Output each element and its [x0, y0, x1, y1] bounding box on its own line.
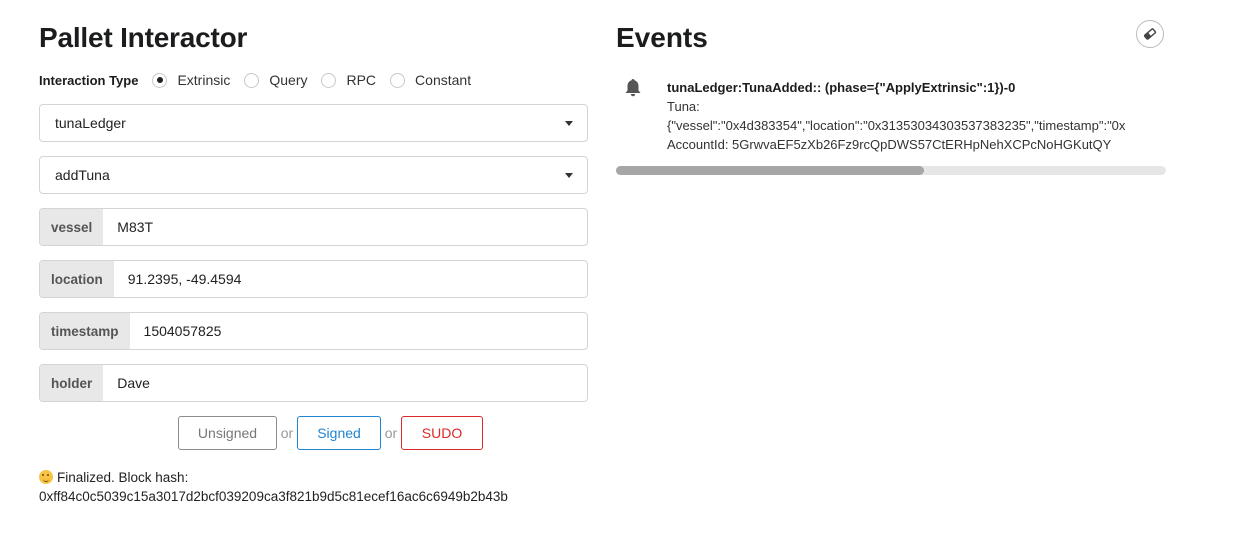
event-content: tunaLedger:TunaAdded:: (phase={"ApplyExt…: [667, 78, 1125, 154]
eraser-icon: [1143, 28, 1157, 40]
or-divider: or: [384, 425, 398, 441]
callable-dropdown[interactable]: addTuna: [39, 156, 588, 194]
location-input[interactable]: [113, 261, 587, 297]
sudo-button[interactable]: SUDO: [401, 416, 483, 450]
event-item: tunaLedger:TunaAdded:: (phase={"ApplyExt…: [616, 78, 1166, 178]
radio-label-query[interactable]: Query: [269, 72, 307, 88]
block-hash: 0xff84c0c5039c15a3017d2bcf039209ca3f821b…: [39, 489, 508, 504]
param-label-timestamp: timestamp: [40, 313, 130, 349]
status-text: Finalized. Block hash:: [57, 470, 189, 485]
radio-circle[interactable]: [390, 72, 406, 88]
submit-button-group: Unsigned or Signed or SUDO: [178, 416, 483, 450]
radio-label-rpc[interactable]: RPC: [346, 72, 376, 88]
or-divider: or: [280, 425, 294, 441]
bell-icon: [625, 79, 641, 97]
interaction-type-row: Interaction Type Extrinsic Query RPC Con…: [39, 72, 485, 88]
signed-button[interactable]: Signed: [297, 416, 381, 450]
param-label-vessel: vessel: [40, 209, 104, 245]
horizontal-scrollbar[interactable]: [616, 166, 1166, 175]
radio-circle[interactable]: [244, 72, 260, 88]
radio-rpc[interactable]: RPC: [321, 72, 376, 88]
radio-circle[interactable]: [152, 72, 168, 88]
radio-extrinsic[interactable]: Extrinsic: [152, 72, 230, 88]
radio-label-constant[interactable]: Constant: [415, 72, 471, 88]
param-field-location: location: [39, 260, 588, 298]
interactor-title: Pallet Interactor: [39, 22, 248, 53]
radio-constant[interactable]: Constant: [390, 72, 471, 88]
unsigned-button[interactable]: Unsigned: [178, 416, 277, 450]
pallet-dropdown-value: tunaLedger: [55, 115, 126, 131]
pallet-dropdown[interactable]: tunaLedger: [39, 104, 588, 142]
winking-face-icon: [39, 470, 53, 484]
interaction-type-label: Interaction Type: [39, 72, 139, 88]
caret-down-icon: [565, 172, 573, 178]
param-field-holder: holder: [39, 364, 588, 402]
event-line: AccountId: 5GrwvaEF5zXb26Fz9rcQpDWS57CtE…: [667, 137, 1112, 152]
radio-circle[interactable]: [321, 72, 337, 88]
transaction-status: Finalized. Block hash: 0xff84c0c5039c15a…: [39, 468, 508, 506]
vessel-input[interactable]: [103, 209, 587, 245]
radio-query[interactable]: Query: [244, 72, 307, 88]
param-field-vessel: vessel: [39, 208, 588, 246]
param-label-holder: holder: [40, 365, 104, 401]
scrollbar-thumb[interactable]: [616, 166, 924, 175]
clear-events-button[interactable]: [1136, 20, 1164, 48]
event-line: Tuna:: [667, 99, 700, 114]
event-line: {"vessel":"0x4d383354","location":"0x313…: [667, 118, 1126, 133]
callable-dropdown-value: addTuna: [55, 167, 110, 183]
caret-down-icon: [565, 120, 573, 126]
events-title: Events: [616, 22, 708, 53]
holder-input[interactable]: [103, 365, 587, 401]
radio-label-extrinsic[interactable]: Extrinsic: [177, 72, 230, 88]
param-field-timestamp: timestamp: [39, 312, 588, 350]
event-title: tunaLedger:TunaAdded:: (phase={"ApplyExt…: [667, 80, 1016, 95]
param-label-location: location: [40, 261, 114, 297]
timestamp-input[interactable]: [129, 313, 587, 349]
